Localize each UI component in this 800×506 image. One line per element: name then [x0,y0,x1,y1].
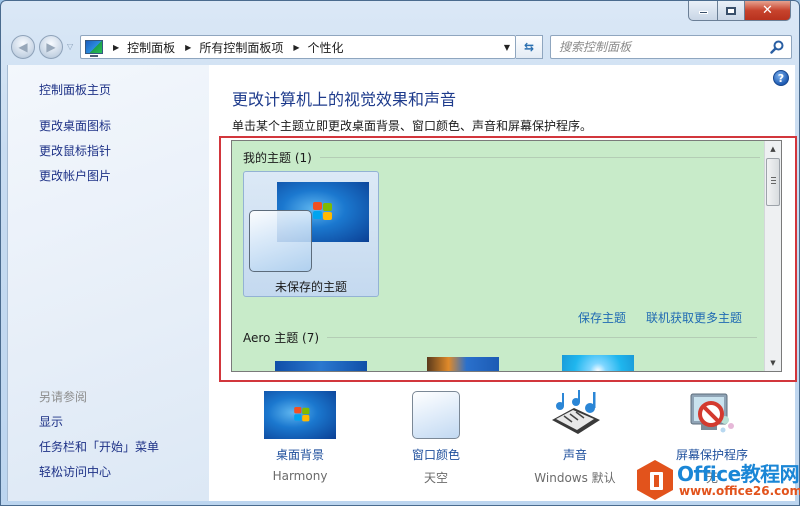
get-more-themes-online-link[interactable]: 联机获取更多主题 [646,309,742,326]
recent-pages-dropdown[interactable]: ▽ [67,42,73,51]
sounds-icon [552,390,600,434]
windows-logo-icon [294,407,312,423]
theme-list-scrollbar[interactable]: ▲ ▼ [764,141,781,371]
group-header-aero-themes: Aero 主题 (7) [243,329,758,346]
address-dropdown-icon[interactable]: ▼ [504,43,510,52]
breadcrumb-separator-icon[interactable]: ▶ [113,43,119,52]
minimize-button[interactable] [688,1,717,21]
see-also-heading: 另请参阅 [39,390,88,404]
aero-theme-thumbnail[interactable] [562,355,634,371]
maximize-icon [726,6,736,15]
group-header-my-themes: 我的主题 (1) [243,149,760,166]
page-title: 更改计算机上的视觉效果和声音 [232,90,457,109]
navigation-bar: ◀ ▶ ▽ ▶ 控制面板 ▶ 所有控制面板项 ▶ 个性化 ▼ ⇆ [1,33,800,61]
control-panel-icon [85,40,103,57]
sidebar-link-control-panel-home[interactable]: 控制面板主页 [39,81,111,98]
main-content: ? 更改计算机上的视觉效果和声音 单击某个主题立即更改桌面背景、窗口颜色、声音和… [209,65,797,501]
forward-button[interactable]: ▶ [39,35,63,59]
sidebar-link-mouse-pointers[interactable]: 更改鼠标指针 [39,142,111,159]
personalization-window: ✕ ◀ ▶ ▽ ▶ 控制面板 ▶ 所有控制面板项 ▶ 个性化 ▼ ⇆ 控制面板主… [0,0,800,506]
sidebar-link-taskbar-start-menu[interactable]: 任务栏和「开始」菜单 [39,438,159,455]
forward-arrow-icon: ▶ [46,40,56,54]
sidebar-link-ease-of-access[interactable]: 轻松访问中心 [39,463,111,480]
close-button[interactable]: ✕ [744,1,791,21]
close-icon: ✕ [762,3,773,18]
refresh-button[interactable]: ⇆ [516,35,543,59]
window-color-icon [412,391,460,439]
group-divider [319,157,760,158]
watermark-title: Office教程网 [677,462,800,486]
sidebar-link-display[interactable]: 显示 [39,413,63,430]
breadcrumb-personalization[interactable]: 个性化 [308,39,344,56]
aero-theme-thumbnail[interactable] [275,361,367,371]
site-watermark: Office教程网 www.office26.com [635,458,800,504]
aero-themes-header: Aero 主题 (7) [243,331,320,345]
watermark-url: www.office26.com [679,484,800,498]
window-color-label: 窗口颜色 [411,448,460,462]
maximize-button[interactable] [717,1,744,21]
screen-saver-icon [690,393,734,433]
breadcrumb-all-items[interactable]: 所有控制面板项 [199,39,283,56]
sounds-label: 声音 [562,448,587,462]
theme-tile-label: 未保存的主题 [274,280,347,294]
window-color-preview [249,210,312,272]
desktop-background-label: 桌面背景 [275,448,324,462]
scroll-down-icon[interactable]: ▼ [765,355,781,371]
sidebar: 控制面板主页 更改桌面图标 更改鼠标指针 更改帐户图片 另请参阅 显示 任务栏和… [7,65,209,501]
aero-theme-thumbnail[interactable] [427,357,499,371]
back-arrow-icon: ◀ [18,40,28,54]
theme-list-panel: 我的主题 (1) 未保存的主题 保存主题 联机获取更多主题 Aero 主题 (7… [231,140,782,372]
breadcrumb-control-panel[interactable]: 控制面板 [127,39,175,56]
search-input[interactable] [559,40,769,54]
scroll-up-icon[interactable]: ▲ [765,141,781,157]
my-themes-header: 我的主题 (1) [243,151,312,165]
search-box [550,35,792,59]
search-icon[interactable] [770,40,784,54]
grip-icon [771,177,776,178]
sidebar-link-desktop-icons[interactable]: 更改桌面图标 [39,117,111,134]
sidebar-link-account-picture[interactable]: 更改帐户图片 [39,167,111,184]
page-description: 单击某个主题立即更改桌面背景、窗口颜色、声音和屏幕保护程序。 [232,119,593,133]
back-button[interactable]: ◀ [11,35,35,59]
sounds-value: Windows 默认 [534,471,616,485]
caption-buttons: ✕ [688,1,791,21]
minimize-icon [698,11,708,14]
help-icon[interactable]: ? [773,70,789,86]
group-divider [327,337,758,338]
theme-tile-unsaved[interactable]: 未保存的主题 [243,171,379,297]
breadcrumb-separator-icon[interactable]: ▶ [185,43,191,52]
desktop-background-value: Harmony [272,469,328,483]
desktop-background-icon [264,391,336,439]
office-logo-icon [637,460,673,500]
refresh-icon: ⇆ [523,40,535,54]
window-color-value: 天空 [423,471,448,485]
address-bar[interactable]: ▶ 控制面板 ▶ 所有控制面板项 ▶ 个性化 ▼ [80,35,516,59]
save-theme-link[interactable]: 保存主题 [578,309,626,326]
breadcrumb-separator-icon[interactable]: ▶ [293,43,299,52]
scrollbar-thumb[interactable] [766,158,780,206]
windows-logo-icon [313,202,335,222]
